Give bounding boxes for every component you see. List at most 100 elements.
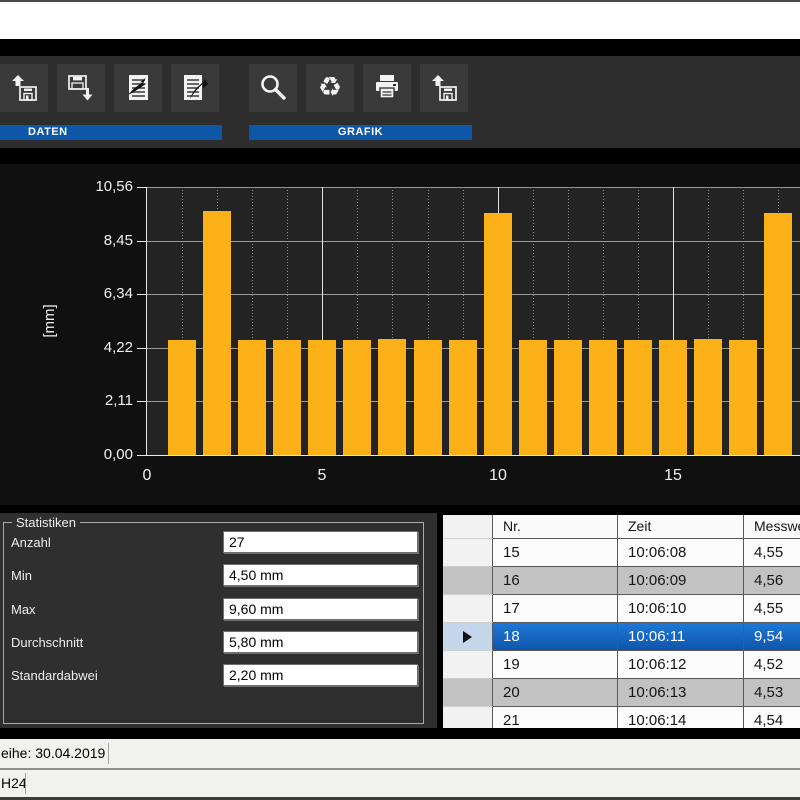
cell-zeit[interactable]: 10:06:09 xyxy=(618,567,744,595)
y-tick-label: 10,56 xyxy=(33,178,133,196)
toolbar: DATEN ♻ GRAFIK xyxy=(0,56,800,148)
column-header-zeit[interactable]: Zeit xyxy=(618,515,744,539)
delete-data-button[interactable] xyxy=(114,64,162,112)
chart-bar xyxy=(694,339,722,455)
h-gridline xyxy=(147,294,800,295)
table-row[interactable]: 1910:06:124,52 xyxy=(443,651,800,679)
row-selector-cell[interactable] xyxy=(443,707,493,728)
cell-messwert[interactable]: 4,56 xyxy=(744,567,800,595)
chart-bar xyxy=(168,340,196,455)
cell-zeit[interactable]: 10:06:13 xyxy=(618,679,744,707)
save-data-button[interactable] xyxy=(57,64,105,112)
column-header-nr[interactable]: Nr. xyxy=(493,515,618,539)
stat-value-durchschnitt[interactable] xyxy=(223,631,418,653)
cell-messwert[interactable]: 4,52 xyxy=(744,651,800,679)
chart-bar xyxy=(449,340,477,455)
export-data-button[interactable] xyxy=(171,64,219,112)
table-row[interactable]: 1610:06:094,56 xyxy=(443,567,800,595)
group-label-grafik: GRAFIK xyxy=(249,125,472,140)
chart-bar xyxy=(273,340,301,455)
x-tick-label: 5 xyxy=(318,467,327,485)
save-graphic-button[interactable] xyxy=(420,64,468,112)
cell-zeit[interactable]: 10:06:14 xyxy=(618,707,744,728)
table-row[interactable]: 1510:06:084,55 xyxy=(443,539,800,567)
stat-label-max: Max xyxy=(11,602,36,617)
table-row[interactable]: 2010:06:134,53 xyxy=(443,679,800,707)
stat-label-anzahl: Anzahl xyxy=(11,535,51,550)
printer-icon xyxy=(370,71,404,105)
y-tick-label: 0,00 xyxy=(33,446,133,464)
group-label-daten: DATEN xyxy=(0,125,222,140)
h-gridline xyxy=(147,187,800,188)
x-axis-line xyxy=(146,455,800,456)
print-button[interactable] xyxy=(363,64,411,112)
document-swoosh-icon xyxy=(121,71,155,105)
stat-value-max[interactable] xyxy=(223,598,418,620)
table-row[interactable]: 1710:06:104,55 xyxy=(443,595,800,623)
series-date-text: eihe: 30.04.2019 xyxy=(1,745,105,761)
y-tick-label: 6,34 xyxy=(33,285,133,303)
chart-bar xyxy=(414,340,442,455)
statistics-title: Statistiken xyxy=(12,515,80,530)
cell-messwert[interactable]: 4,53 xyxy=(744,679,800,707)
statistics-panel: Statistiken AnzahlMinMaxDurchschnittStan… xyxy=(0,513,437,728)
y-axis-line xyxy=(146,187,147,456)
cell-messwert[interactable]: 9,54 xyxy=(744,623,800,651)
cell-nr[interactable]: 21 xyxy=(493,707,618,728)
cell-zeit[interactable]: 10:06:08 xyxy=(618,539,744,567)
y-tick-mark xyxy=(137,241,146,242)
document-arrow-icon xyxy=(178,71,212,105)
table-row[interactable]: 2110:06:144,54 xyxy=(443,707,800,728)
row-selector-cell[interactable] xyxy=(443,679,493,707)
column-header-messwert[interactable]: Messwert xyxy=(744,515,800,539)
zoom-button[interactable] xyxy=(249,64,297,112)
statusbar-series: eihe: 30.04.2019 xyxy=(0,739,800,768)
h-gridline xyxy=(147,241,800,242)
divider-band xyxy=(0,148,800,164)
cell-messwert[interactable]: 4,55 xyxy=(744,595,800,623)
y-tick-mark xyxy=(137,348,146,349)
divider-band xyxy=(0,39,800,56)
stat-value-anzahl[interactable] xyxy=(223,531,418,553)
cell-messwert[interactable]: 4,54 xyxy=(744,707,800,728)
device-text: H24 xyxy=(1,775,27,791)
row-selector-cell[interactable] xyxy=(443,595,493,623)
cell-zeit[interactable]: 10:06:12 xyxy=(618,651,744,679)
stat-value-min[interactable] xyxy=(223,564,418,586)
cell-nr[interactable]: 17 xyxy=(493,595,618,623)
refresh-button[interactable]: ♻ xyxy=(306,64,354,112)
chart-bar xyxy=(378,339,406,455)
row-selector-cell[interactable] xyxy=(443,567,493,595)
chart-bar xyxy=(624,340,652,455)
table-grid: Nr.ZeitMesswert1510:06:084,551610:06:094… xyxy=(443,515,800,728)
statusbar-device: H24 xyxy=(0,770,800,797)
divider-band xyxy=(0,728,800,739)
app-window: DATEN♻GRAFIK [mm] 0,002,114,226,348,4510… xyxy=(0,0,800,800)
floppy-arrow-up-icon xyxy=(427,71,461,105)
cell-nr[interactable]: 18 xyxy=(493,623,618,651)
y-tick-mark xyxy=(137,187,146,188)
statusbar-separator xyxy=(25,773,26,794)
stat-value-standardabwei[interactable] xyxy=(223,664,418,686)
chart-bar xyxy=(554,340,582,455)
cell-zeit[interactable]: 10:06:11 xyxy=(618,623,744,651)
title-area xyxy=(0,2,800,39)
chart-bar xyxy=(519,340,547,455)
load-data-button[interactable] xyxy=(0,64,48,112)
cell-nr[interactable]: 16 xyxy=(493,567,618,595)
y-tick-mark xyxy=(137,455,146,456)
row-selector-cell[interactable] xyxy=(443,539,493,567)
chart-bar xyxy=(659,340,687,455)
table-row[interactable]: 1810:06:119,54 xyxy=(443,623,800,651)
chart-bar xyxy=(729,340,757,455)
cell-messwert[interactable]: 4,55 xyxy=(744,539,800,567)
chart-bar xyxy=(764,213,792,455)
measurement-bar-chart: [mm] 0,002,114,226,348,4510,56051015 xyxy=(0,164,800,505)
current-row-arrow-icon xyxy=(463,631,472,643)
cell-nr[interactable]: 15 xyxy=(493,539,618,567)
row-selector-cell[interactable] xyxy=(443,623,493,651)
row-selector-cell[interactable] xyxy=(443,651,493,679)
cell-nr[interactable]: 20 xyxy=(493,679,618,707)
cell-nr[interactable]: 19 xyxy=(493,651,618,679)
cell-zeit[interactable]: 10:06:10 xyxy=(618,595,744,623)
